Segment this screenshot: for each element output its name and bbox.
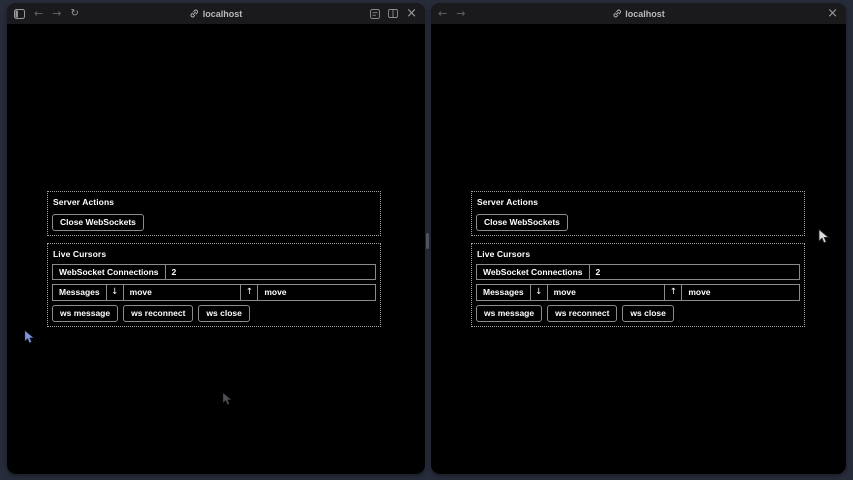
messages-label: Messages <box>476 284 531 301</box>
titlebar-right: ← → localhost × <box>431 3 846 24</box>
ws-message-button[interactable]: ws message <box>52 305 118 322</box>
browser-window-right: ← → localhost × Server Actions Close Web… <box>431 3 846 474</box>
split-view-icon[interactable] <box>388 9 398 18</box>
address-bar[interactable]: localhost <box>190 9 243 19</box>
url-text: localhost <box>625 9 665 19</box>
messages-label: Messages <box>52 284 107 301</box>
reload-icon[interactable]: ↻ <box>70 9 78 19</box>
titlebar-left: ← → ↻ localhost × <box>7 3 425 24</box>
ws-buttons-row: ws message ws reconnect ws close <box>52 305 376 322</box>
sidebar-toggle-icon[interactable] <box>14 9 25 19</box>
incoming-arrow-icon: ↓ <box>531 284 548 301</box>
live-cursors-panel: Live Cursors WebSocket Connections 2 Mes… <box>47 243 381 327</box>
incoming-arrow-icon: ↓ <box>107 284 124 301</box>
connections-value: 2 <box>590 264 801 281</box>
connections-label: WebSocket Connections <box>52 264 166 281</box>
link-icon <box>190 9 199 18</box>
back-icon[interactable]: ← <box>34 8 43 19</box>
ws-close-button[interactable]: ws close <box>198 305 249 322</box>
browser-window-left: ← → ↻ localhost × Serv <box>7 3 425 474</box>
forward-icon[interactable]: → <box>52 8 61 19</box>
outgoing-message-value: move <box>682 284 800 301</box>
reader-mode-icon[interactable] <box>370 9 380 19</box>
incoming-message-value: move <box>548 284 666 301</box>
connections-label: WebSocket Connections <box>476 264 590 281</box>
messages-row: Messages ↓ move ↑ move <box>52 284 376 301</box>
outgoing-arrow-icon: ↑ <box>665 284 682 301</box>
close-icon[interactable]: × <box>827 7 838 20</box>
outgoing-arrow-icon: ↑ <box>241 284 258 301</box>
messages-row: Messages ↓ move ↑ move <box>476 284 800 301</box>
ws-message-button[interactable]: ws message <box>476 305 542 322</box>
connections-row: WebSocket Connections 2 <box>476 264 800 281</box>
address-bar[interactable]: localhost <box>612 9 665 19</box>
server-actions-panel: Server Actions Close WebSockets <box>471 191 805 236</box>
ws-close-button[interactable]: ws close <box>622 305 673 322</box>
close-icon[interactable]: × <box>406 7 417 20</box>
ws-reconnect-button[interactable]: ws reconnect <box>123 305 193 322</box>
ws-buttons-row: ws message ws reconnect ws close <box>476 305 800 322</box>
close-websockets-button[interactable]: Close WebSockets <box>52 214 144 231</box>
link-icon <box>612 9 621 18</box>
back-icon[interactable]: ← <box>438 8 447 19</box>
url-text: localhost <box>203 9 243 19</box>
live-cursors-title: Live Cursors <box>475 247 801 264</box>
server-actions-title: Server Actions <box>475 195 801 212</box>
forward-icon[interactable]: → <box>456 8 465 19</box>
ws-reconnect-button[interactable]: ws reconnect <box>547 305 617 322</box>
connections-value: 2 <box>166 264 377 281</box>
outgoing-message-value: move <box>258 284 376 301</box>
live-cursors-title: Live Cursors <box>51 247 377 264</box>
incoming-message-value: move <box>124 284 242 301</box>
page-content: Server Actions Close WebSockets Live Cur… <box>47 191 381 334</box>
window-divider-handle[interactable] <box>426 233 429 249</box>
connections-row: WebSocket Connections 2 <box>52 264 376 281</box>
server-actions-panel: Server Actions Close WebSockets <box>47 191 381 236</box>
page-content: Server Actions Close WebSockets Live Cur… <box>471 191 805 334</box>
close-websockets-button[interactable]: Close WebSockets <box>476 214 568 231</box>
server-actions-title: Server Actions <box>51 195 377 212</box>
live-cursors-panel: Live Cursors WebSocket Connections 2 Mes… <box>471 243 805 327</box>
